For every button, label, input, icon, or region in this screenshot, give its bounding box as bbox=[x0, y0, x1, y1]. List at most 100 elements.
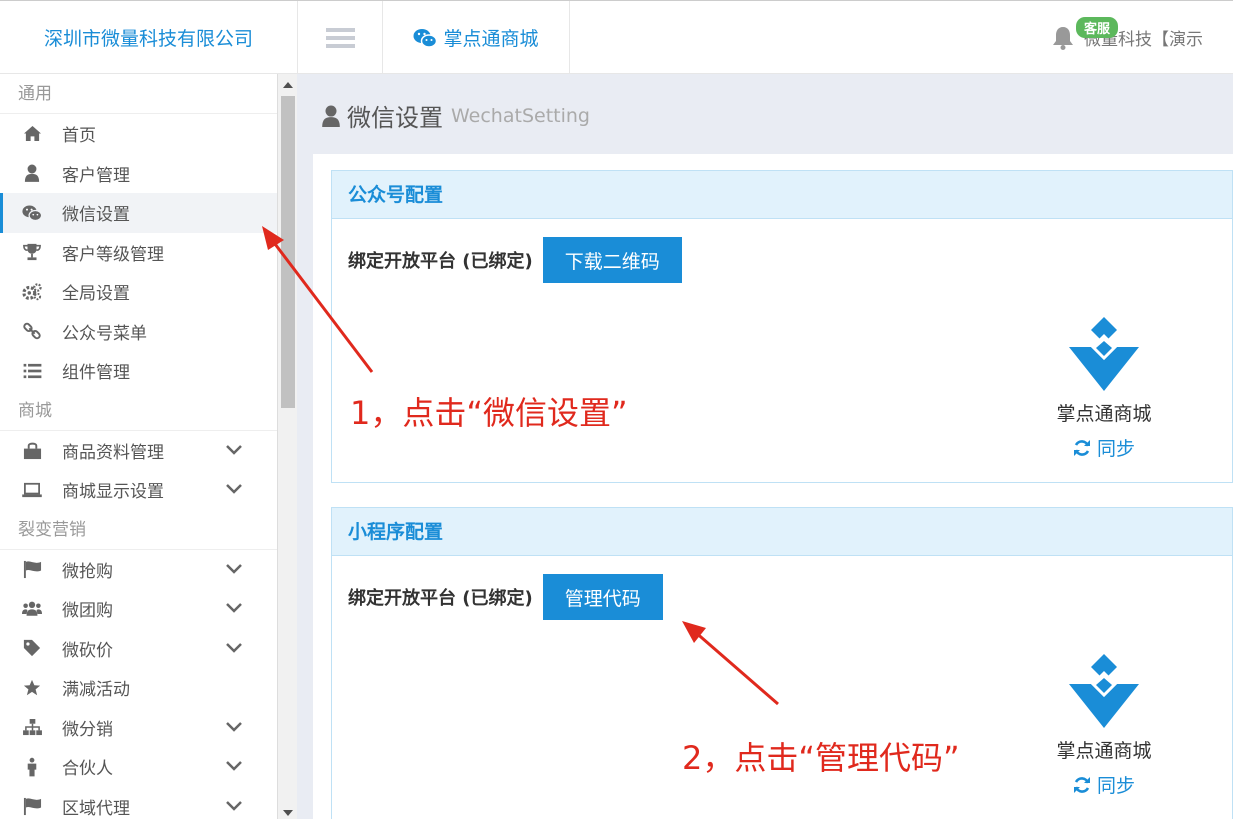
download-qrcode-button[interactable]: 下载二维码 bbox=[542, 237, 682, 283]
sync-label: 同步 bbox=[1096, 775, 1135, 797]
sidebar-item-label: 微团购 bbox=[62, 601, 113, 622]
menu-toggle-button[interactable] bbox=[298, 1, 383, 74]
sidebar-item-label: 微信设置 bbox=[62, 205, 130, 226]
tag-icon bbox=[22, 638, 42, 658]
page-title: 微信设置 bbox=[347, 104, 443, 132]
sidebar-item-flash-sale[interactable]: 微抢购 bbox=[0, 550, 277, 590]
shopping-bag-icon bbox=[22, 440, 42, 460]
bell-icon[interactable] bbox=[1052, 26, 1074, 50]
sidebar-item-label: 微抢购 bbox=[62, 561, 113, 582]
sidebar-item-global-settings[interactable]: 全局设置 bbox=[0, 272, 277, 312]
sidebar-item-label: 客户管理 bbox=[62, 165, 130, 186]
sidebar-item-wechat-settings[interactable]: 微信设置 bbox=[0, 193, 277, 233]
manage-code-button[interactable]: 管理代码 bbox=[542, 574, 663, 620]
chevron-down-icon[interactable] bbox=[226, 721, 242, 733]
sidebar-item-oa-menu[interactable]: 公众号菜单 bbox=[0, 312, 277, 352]
sidebar-item-bargain[interactable]: 微砍价 bbox=[0, 629, 277, 669]
app-logo-block: 掌点通商城 同步 bbox=[1052, 317, 1156, 461]
chevron-down-icon[interactable] bbox=[226, 563, 242, 575]
sidebar-item-mall-display[interactable]: 商城显示设置 bbox=[0, 470, 277, 510]
chevron-down-icon[interactable] bbox=[226, 760, 242, 772]
bind-row: 绑定开放平台 (已绑定) 管理代码 bbox=[348, 574, 663, 620]
sidebar-item-label: 客户等级管理 bbox=[62, 244, 164, 265]
bind-row: 绑定开放平台 (已绑定) 下载二维码 bbox=[348, 237, 682, 283]
link-icon bbox=[22, 321, 42, 341]
content-area: 公众号配置 绑定开放平台 (已绑定) 下载二维码 掌点通商城 同步 小程序配置 … bbox=[313, 154, 1233, 819]
sidebar-item-customer-levels[interactable]: 客户等级管理 bbox=[0, 233, 277, 273]
sidebar-section-title: 商城 bbox=[0, 391, 277, 431]
trophy-icon bbox=[22, 242, 42, 262]
menu-icon bbox=[325, 27, 355, 48]
annotation-step-2: 2，点击“管理代码” bbox=[682, 739, 960, 777]
official-account-panel: 公众号配置 绑定开放平台 (已绑定) 下载二维码 掌点通商城 同步 bbox=[331, 170, 1233, 483]
sidebar-item-label: 区域代理 bbox=[62, 798, 130, 819]
refresh-icon bbox=[1073, 776, 1090, 793]
sitemap-icon bbox=[22, 717, 42, 737]
sidebar-item-label: 全局设置 bbox=[62, 284, 130, 305]
panel-title: 小程序配置 bbox=[332, 508, 1232, 556]
chevron-down-icon[interactable] bbox=[226, 444, 242, 456]
sidebar-item-distribution[interactable]: 微分销 bbox=[0, 708, 277, 748]
sidebar-item-regional-agent[interactable]: 区域代理 bbox=[0, 787, 277, 819]
sidebar-item-label: 微砍价 bbox=[62, 640, 113, 661]
flag-icon bbox=[22, 559, 42, 579]
sidebar-scrollbar[interactable] bbox=[277, 74, 297, 819]
user-icon bbox=[322, 105, 340, 127]
sidebar-item-group-buy[interactable]: 微团购 bbox=[0, 589, 277, 629]
sync-label: 同步 bbox=[1096, 438, 1135, 460]
chevron-down-icon[interactable] bbox=[226, 483, 242, 495]
sidebar-item-partner[interactable]: 合伙人 bbox=[0, 747, 277, 787]
sidebar-item-customers[interactable]: 客户管理 bbox=[0, 154, 277, 194]
sidebar-item-label: 微分销 bbox=[62, 719, 113, 740]
sync-link[interactable]: 同步 bbox=[1052, 434, 1156, 461]
sidebar-item-label: 公众号菜单 bbox=[62, 323, 147, 344]
app-name: 掌点通商城 bbox=[1056, 740, 1152, 762]
sidebar-item-label: 组件管理 bbox=[62, 363, 130, 384]
app-tab-label: 掌点通商城 bbox=[443, 28, 539, 50]
chevron-down-icon[interactable] bbox=[226, 642, 242, 654]
sidebar-item-products[interactable]: 商品资料管理 bbox=[0, 431, 277, 471]
user-area[interactable]: 客服 微量科技【演示 bbox=[1052, 1, 1203, 74]
app-logo-block: 掌点通商城 同步 bbox=[1052, 654, 1156, 798]
app-name: 掌点通商城 bbox=[1056, 403, 1152, 425]
bind-status-label: 绑定开放平台 (已绑定) bbox=[348, 251, 533, 272]
app-tab[interactable]: 掌点通商城 bbox=[383, 1, 570, 74]
sidebar-item-discount[interactable]: 满减活动 bbox=[0, 668, 277, 708]
customer-service-badge[interactable]: 客服 bbox=[1076, 17, 1119, 38]
sync-link[interactable]: 同步 bbox=[1052, 771, 1156, 798]
page-header: 微信设置 WechatSetting bbox=[321, 98, 590, 133]
annotation-step-1: 1，点击“微信设置” bbox=[350, 394, 628, 432]
top-bar: 深圳市微量科技有限公司 掌点通商城 客服 微量科技【演示 bbox=[0, 0, 1233, 74]
scroll-down-arrow-icon[interactable] bbox=[283, 810, 293, 816]
sidebar-item-label: 首页 bbox=[62, 126, 96, 147]
sidebar-item-label: 商品资料管理 bbox=[62, 442, 164, 463]
page-subtitle: WechatSetting bbox=[451, 104, 590, 127]
star-icon bbox=[22, 678, 42, 698]
gears-icon bbox=[22, 282, 42, 302]
scroll-up-arrow-icon[interactable] bbox=[283, 82, 293, 88]
laptop-icon bbox=[22, 480, 42, 500]
wechat-icon bbox=[22, 203, 42, 223]
wechat-icon bbox=[413, 28, 438, 48]
users-icon bbox=[22, 599, 42, 619]
sidebar-item-components[interactable]: 组件管理 bbox=[0, 351, 277, 391]
sidebar-item-label: 合伙人 bbox=[62, 759, 113, 780]
sidebar: 通用 首页 客户管理 微信设置 客户等级管理 全局设置 公众号菜单 组件管理 商… bbox=[0, 74, 277, 819]
sidebar-section-title: 通用 bbox=[0, 74, 277, 114]
chevron-down-icon[interactable] bbox=[226, 602, 242, 614]
main-area: 微信设置 WechatSetting 公众号配置 绑定开放平台 (已绑定) 下载… bbox=[297, 74, 1233, 819]
sidebar-section-title: 裂变营销 bbox=[0, 510, 277, 550]
app-logo-icon bbox=[1069, 317, 1139, 391]
sidebar-item-home[interactable]: 首页 bbox=[0, 114, 277, 154]
list-icon bbox=[22, 361, 42, 381]
panel-title: 公众号配置 bbox=[332, 171, 1232, 219]
chevron-down-icon[interactable] bbox=[226, 800, 242, 812]
sidebar-item-label: 满减活动 bbox=[62, 680, 130, 701]
brand-title[interactable]: 深圳市微量科技有限公司 bbox=[0, 1, 298, 74]
home-icon bbox=[22, 124, 42, 144]
person-icon bbox=[22, 757, 42, 777]
flag-icon bbox=[22, 796, 42, 816]
app-logo-icon bbox=[1069, 654, 1139, 728]
bind-status-label: 绑定开放平台 (已绑定) bbox=[348, 588, 533, 609]
scrollbar-thumb[interactable] bbox=[281, 96, 295, 408]
